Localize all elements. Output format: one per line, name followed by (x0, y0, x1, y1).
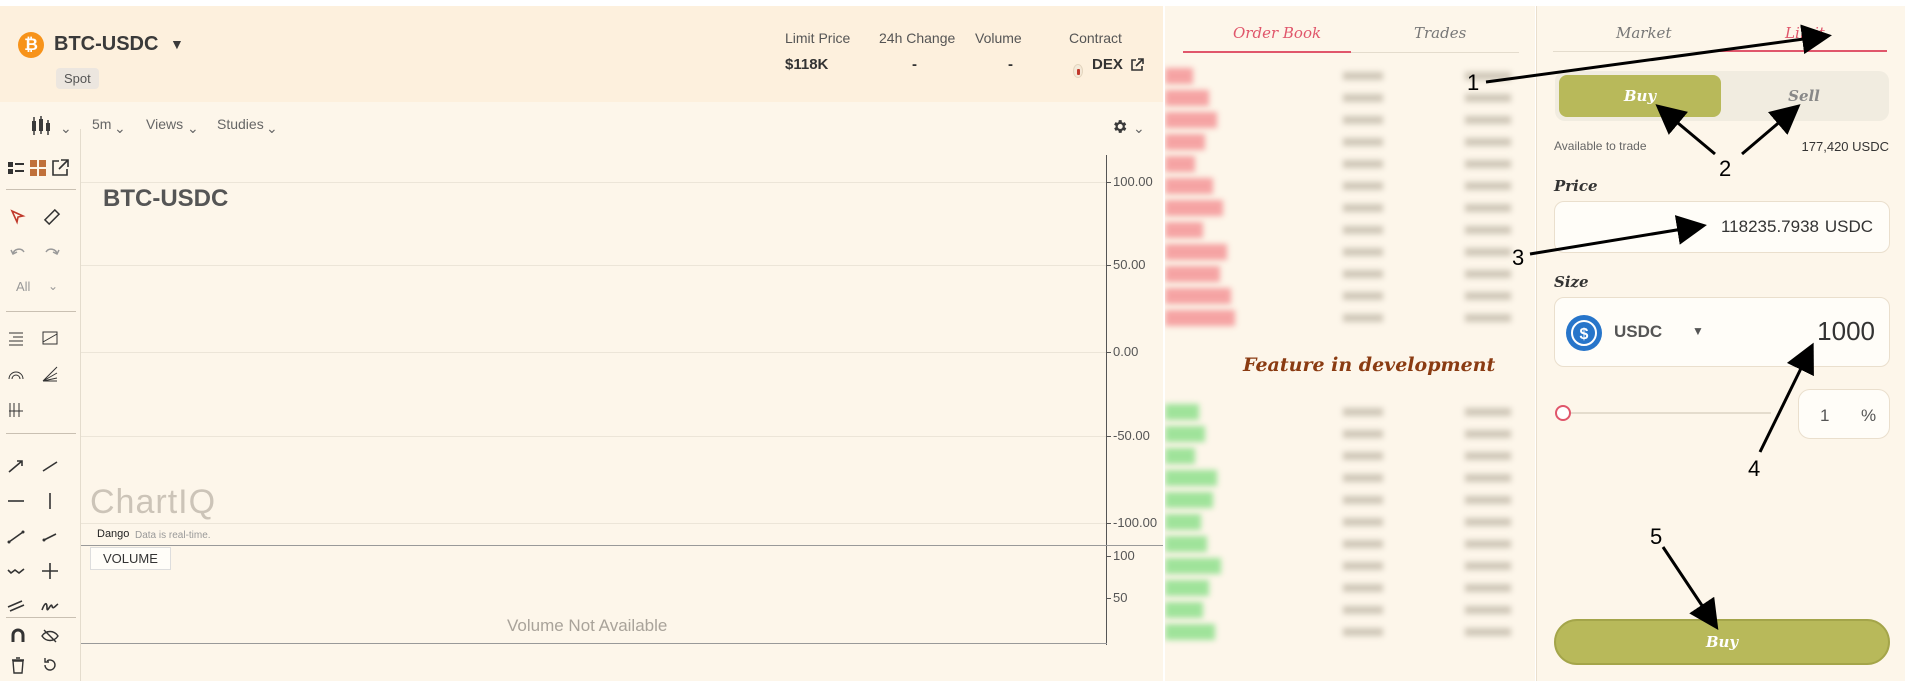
annotation-arrow (1655, 104, 1716, 156)
annotation-arrow (1485, 24, 1832, 84)
annotation-number: 5 (1650, 524, 1663, 549)
annotation-number: 3 (1512, 245, 1525, 270)
annotation-arrow (1741, 104, 1801, 156)
annotation-arrow (1529, 215, 1707, 256)
annotation-number: 2 (1719, 156, 1732, 181)
annotation-number: 4 (1748, 456, 1761, 481)
annotation-arrow (1758, 342, 1814, 453)
annotation-arrow (1661, 546, 1719, 630)
annotation-number: 1 (1467, 70, 1480, 95)
annotation-overlay (1485, 24, 1832, 630)
